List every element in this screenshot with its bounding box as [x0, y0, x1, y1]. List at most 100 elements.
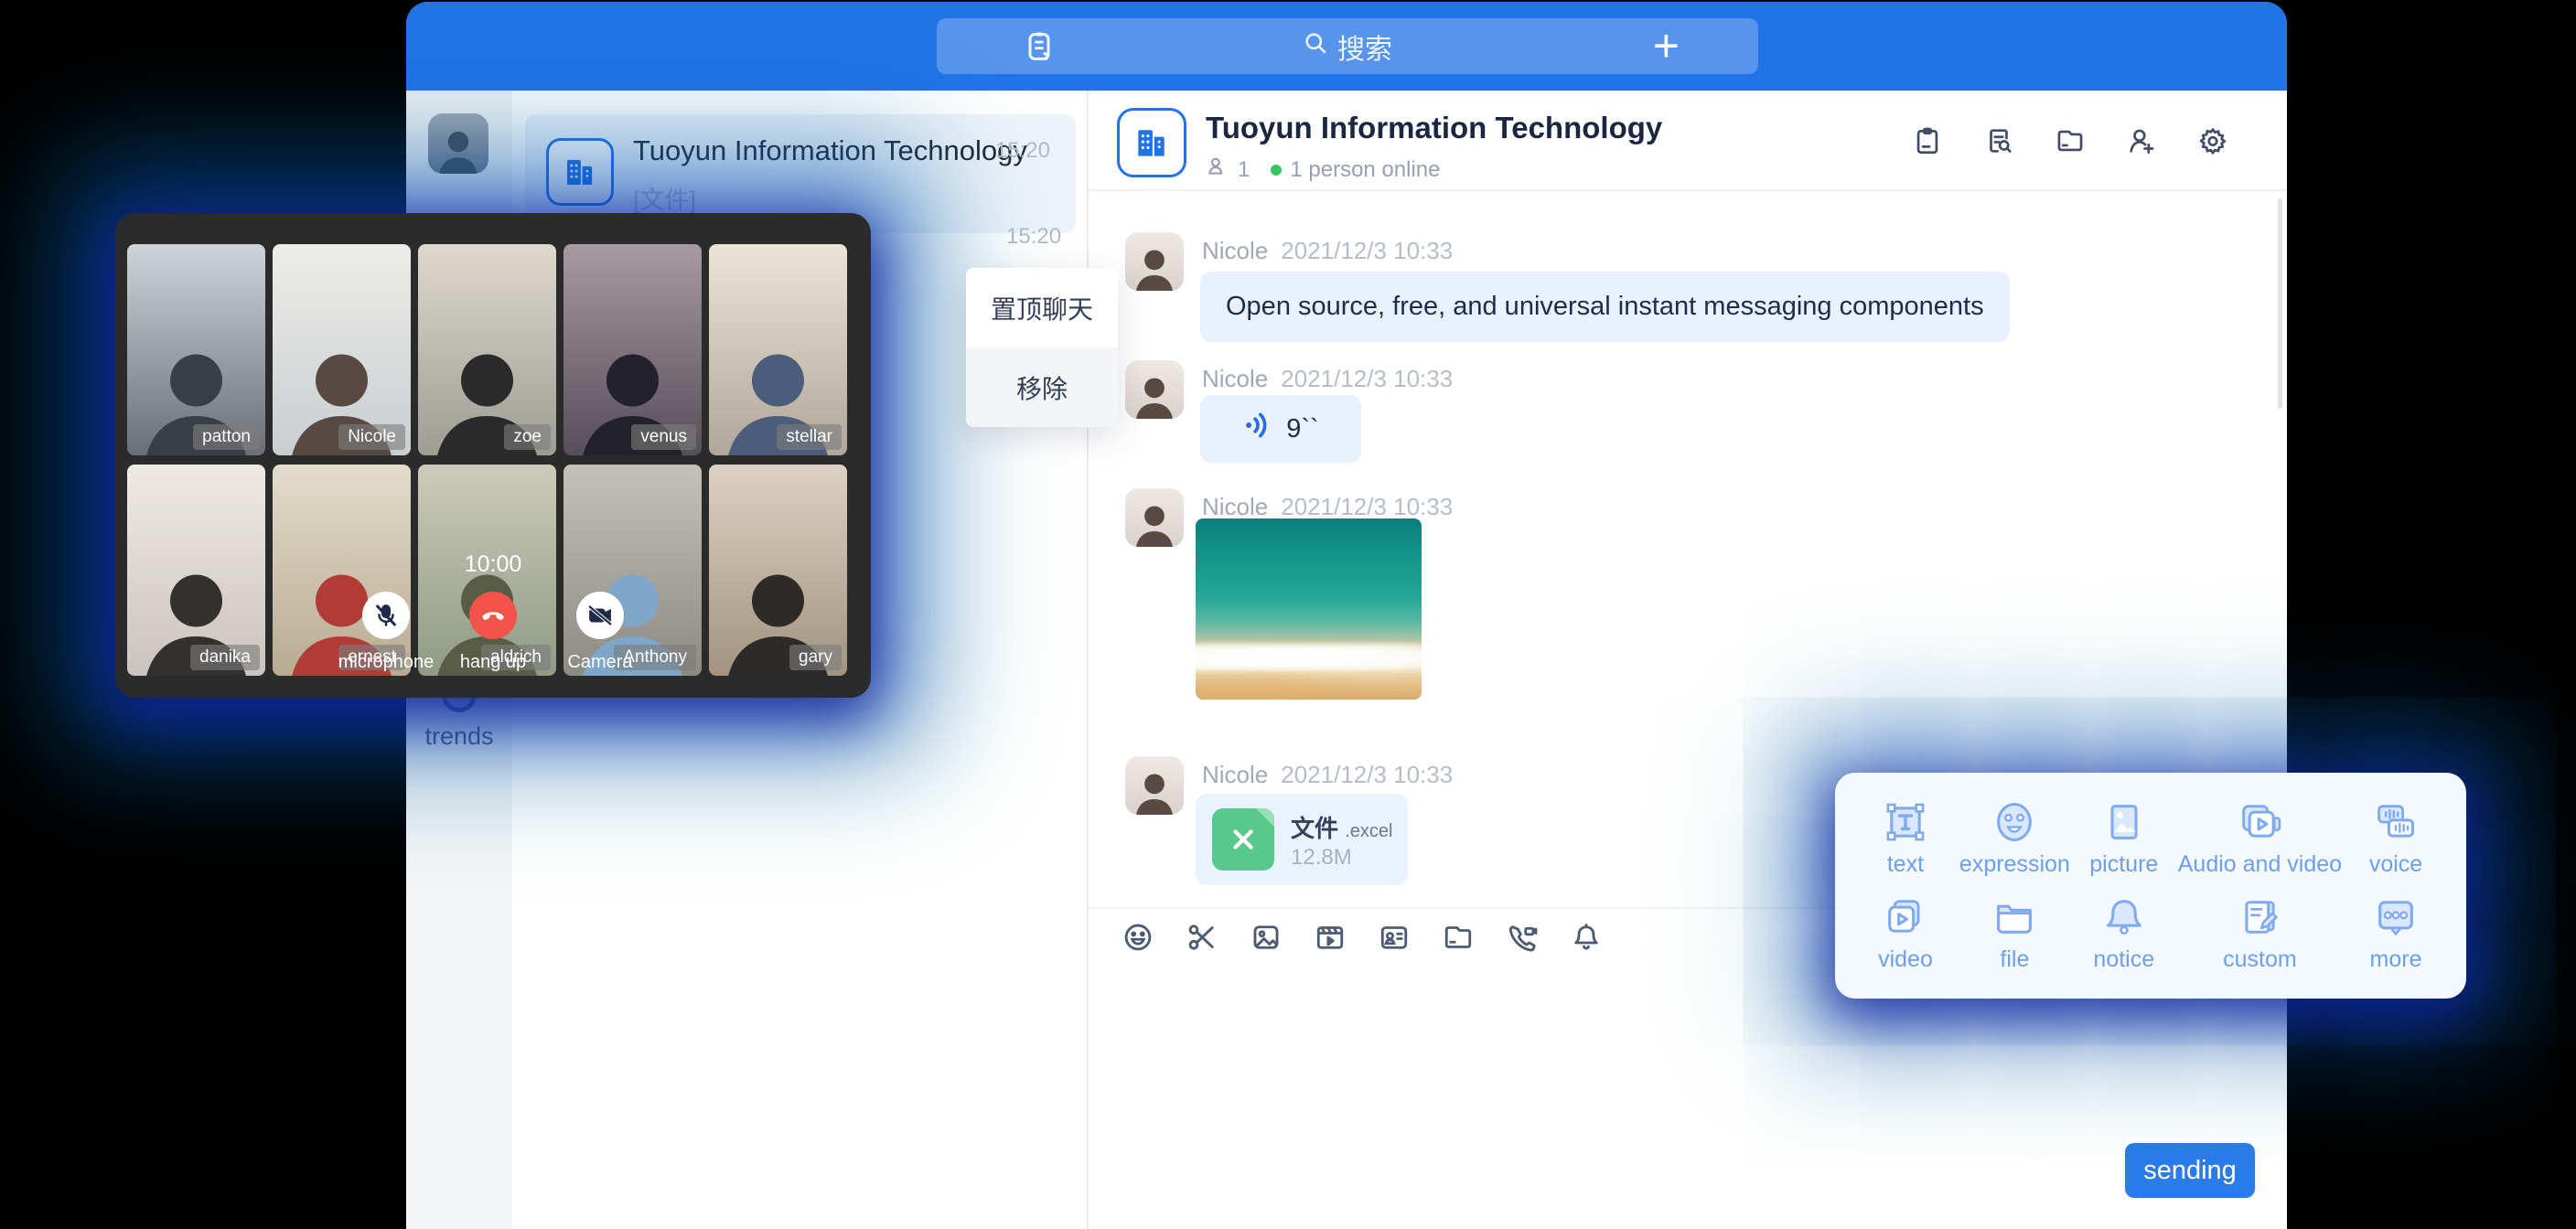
contacts-book-icon[interactable] — [1021, 27, 1057, 70]
beach-foam — [1196, 644, 1422, 671]
conversation-time-2: 15:20 — [1006, 224, 1061, 250]
conversation-time: 15:20 — [995, 138, 1050, 164]
participant-name: zoe — [504, 424, 551, 450]
scissors-icon[interactable] — [1186, 921, 1218, 954]
send-button[interactable]: sending — [2125, 1143, 2255, 1198]
feature-panel: text expression picture Audio and video — [1835, 773, 2466, 999]
menu-item-remove[interactable]: 移除 — [966, 347, 1118, 427]
message-time: 2021/12/3 10:33 — [1281, 761, 1453, 788]
hang-up-label: hang up — [460, 652, 526, 673]
text-message[interactable]: Open source, free, and universal instant… — [1200, 272, 2010, 342]
chat-title: Tuoyun Information Technology — [1206, 111, 1662, 145]
chat-panel: Tuoyun Information Technology 1 1 person… — [1089, 91, 2287, 1229]
sender-avatar[interactable] — [1125, 756, 1184, 815]
voice-message[interactable]: 9`` — [1200, 395, 1361, 463]
excel-file-icon — [1212, 808, 1274, 871]
trends-label: trends — [406, 722, 512, 751]
feature-custom[interactable]: custom — [2178, 886, 2342, 981]
page: 搜索 + trends — [0, 0, 2576, 1229]
message-meta: Nicole2021/12/3 10:33 — [1202, 365, 1453, 393]
participant-tile: Nicole — [273, 244, 411, 455]
voice-icon — [2372, 798, 2420, 846]
context-menu: 置顶聊天 移除 — [966, 268, 1118, 427]
camera-label: Camera — [567, 652, 632, 673]
participant-name: Nicole — [338, 424, 405, 450]
menu-item-pin-chat[interactable]: 置顶聊天 — [966, 268, 1118, 347]
hang-up-button[interactable] — [469, 592, 517, 639]
building-icon — [561, 153, 599, 191]
notification-bell-icon[interactable] — [1570, 921, 1603, 954]
message-meta: Nicole2021/12/3 10:33 — [1202, 493, 1453, 521]
participant-tile: venus — [564, 244, 702, 455]
picture-icon — [2100, 798, 2148, 846]
voice-wave-icon — [1242, 410, 1273, 448]
image-icon[interactable] — [1250, 921, 1283, 954]
participant-tile: stellar — [709, 244, 847, 455]
expression-icon — [1991, 798, 2038, 846]
online-status: 1 person online — [1290, 157, 1440, 183]
search-icon — [1303, 30, 1328, 63]
call-controls: microphone hang up Camera — [115, 592, 871, 673]
microphone-label: microphone — [338, 652, 435, 673]
file-folder-icon — [1991, 893, 2038, 941]
feature-voice[interactable]: voice — [2342, 791, 2450, 886]
folder-icon[interactable] — [1442, 921, 1475, 954]
participant-tile: zoe — [418, 244, 556, 455]
search-history-icon[interactable] — [1983, 125, 2014, 156]
microphone-button[interactable] — [362, 592, 410, 639]
participant-name: venus — [631, 424, 696, 450]
members-icon — [1206, 155, 1229, 185]
sender-avatar[interactable] — [1125, 360, 1184, 419]
camera-button[interactable] — [576, 592, 624, 639]
feature-audio-video[interactable]: Audio and video — [2178, 791, 2342, 886]
image-message[interactable] — [1196, 518, 1422, 700]
feature-file[interactable]: file — [1959, 886, 2070, 981]
camera-off-icon — [586, 602, 614, 629]
my-avatar[interactable] — [428, 113, 488, 174]
sender-avatar[interactable] — [1125, 232, 1184, 291]
feature-text[interactable]: text — [1852, 791, 1959, 886]
sender-avatar[interactable] — [1125, 488, 1184, 547]
participant-name: patton — [193, 424, 260, 450]
announcement-icon[interactable] — [1912, 125, 1943, 156]
video-icon — [1882, 893, 1929, 941]
voice-duration: 9`` — [1286, 414, 1318, 444]
files-icon[interactable] — [2055, 125, 2086, 156]
file-ext: .excel — [1345, 821, 1392, 841]
message-toolbar — [1122, 921, 1603, 954]
file-name: 文件 — [1291, 815, 1338, 842]
conversation-last-message: [文件] — [633, 180, 696, 216]
video-clip-icon[interactable] — [1314, 921, 1347, 954]
sender-name: Nicole — [1202, 237, 1268, 264]
feature-picture[interactable]: picture — [2070, 791, 2178, 886]
search-bar[interactable]: 搜索 + — [937, 18, 1758, 74]
add-member-icon[interactable] — [2126, 125, 2157, 156]
file-size: 12.8M — [1291, 845, 1352, 871]
scrollbar-thumb[interactable] — [2278, 198, 2282, 409]
feature-notice[interactable]: notice — [2070, 886, 2178, 981]
file-message[interactable]: 文件 .excel 12.8M — [1196, 794, 1408, 885]
emoji-icon[interactable] — [1122, 921, 1154, 954]
message-meta: Nicole2021/12/3 10:33 — [1202, 761, 1453, 789]
search-placeholder[interactable]: 搜索 — [1337, 27, 1392, 67]
call-timer: 10:00 — [115, 551, 871, 578]
mic-muted-icon — [372, 602, 400, 629]
sender-name: Nicole — [1202, 365, 1268, 392]
building-icon — [1132, 123, 1172, 163]
call-icon[interactable] — [1506, 921, 1539, 954]
feature-more[interactable]: more — [2342, 886, 2450, 981]
add-button[interactable]: + — [1653, 20, 1680, 72]
participant-name: stellar — [777, 424, 842, 450]
participant-tile: patton — [127, 244, 265, 455]
chat-header: Tuoyun Information Technology 1 1 person… — [1089, 91, 2287, 191]
feature-video[interactable]: video — [1852, 886, 1959, 981]
sender-name: Nicole — [1202, 493, 1268, 520]
message-time: 2021/12/3 10:33 — [1281, 237, 1453, 264]
notice-bell-icon — [2100, 893, 2148, 941]
hang-up-icon — [479, 602, 507, 629]
online-dot — [1271, 165, 1282, 176]
feature-expression[interactable]: expression — [1959, 791, 2070, 886]
contact-card-icon[interactable] — [1378, 921, 1411, 954]
group-avatar-header — [1117, 108, 1186, 177]
settings-icon[interactable] — [2197, 125, 2228, 156]
